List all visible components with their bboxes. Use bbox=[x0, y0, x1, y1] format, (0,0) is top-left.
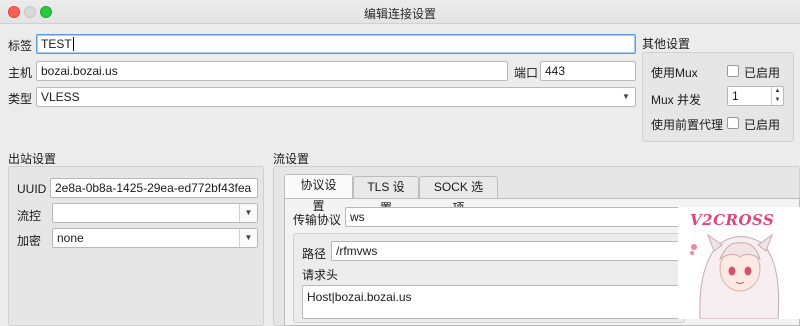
tab-tls-settings[interactable]: TLS 设置 bbox=[353, 176, 419, 215]
transport-select[interactable]: ws bbox=[345, 207, 685, 227]
host-input[interactable]: bozai.bozai.us bbox=[36, 61, 508, 81]
use-front-proxy-checkbox-label[interactable]: 已启用 bbox=[744, 116, 780, 133]
type-value: VLESS bbox=[41, 90, 80, 104]
tab-protocol-settings[interactable]: 协议设置 bbox=[284, 174, 353, 213]
use-front-proxy-label: 使用前置代理 bbox=[651, 118, 724, 132]
window-title: 编辑连接设置 bbox=[363, 7, 436, 21]
outbound-settings-title: 出站设置 bbox=[8, 152, 57, 166]
flow-label: 流控 bbox=[17, 209, 42, 223]
use-front-proxy-checkbox[interactable] bbox=[727, 117, 739, 129]
v2cross-logo-text: V2CROSS bbox=[690, 211, 775, 229]
mux-concurrency-spinbox[interactable]: 1 ▲ ▼ bbox=[727, 86, 784, 106]
path-label: 路径 bbox=[302, 247, 327, 261]
tab-sock-options[interactable]: SOCK 选项 bbox=[419, 176, 498, 215]
use-mux-label: 使用Mux bbox=[651, 66, 698, 80]
encryption-label: 加密 bbox=[17, 234, 42, 248]
stream-settings-title: 流设置 bbox=[273, 152, 310, 166]
chevron-down-icon: ▼ bbox=[622, 92, 630, 101]
transport-label: 传输协议 bbox=[293, 213, 342, 227]
transport-value: ws bbox=[350, 210, 365, 224]
headers-label: 请求头 bbox=[302, 268, 339, 282]
flow-select[interactable]: ▼ bbox=[52, 203, 258, 223]
host-label: 主机 bbox=[8, 66, 33, 80]
path-input[interactable]: /rfmvws bbox=[331, 241, 685, 261]
text-cursor bbox=[72, 37, 74, 51]
headers-textarea[interactable]: Host|bozai.bozai.us bbox=[302, 285, 685, 319]
tag-label: 标签 bbox=[8, 39, 33, 53]
port-label: 端口 bbox=[514, 66, 539, 80]
headers-value: Host|bozai.bozai.us bbox=[307, 290, 412, 304]
tag-input[interactable]: TEST bbox=[36, 34, 636, 54]
uuid-label: UUID bbox=[17, 182, 47, 196]
spin-arrows-icon[interactable]: ▲ ▼ bbox=[771, 87, 783, 105]
encryption-value: none bbox=[57, 231, 84, 245]
port-input[interactable]: 443 bbox=[540, 61, 636, 81]
mux-concurrency-value: 1 bbox=[732, 89, 739, 103]
v2cross-mascot-image: V2CROSS bbox=[678, 207, 800, 319]
use-mux-checkbox-label[interactable]: 已启用 bbox=[744, 64, 780, 81]
encryption-select[interactable]: none ▼ bbox=[52, 228, 258, 248]
chevron-down-icon: ▼ bbox=[239, 229, 257, 247]
type-select[interactable]: VLESS ▼ bbox=[36, 87, 636, 107]
chevron-down-icon: ▼ bbox=[239, 204, 257, 222]
mux-concurrency-label: Mux 并发 bbox=[651, 93, 702, 107]
type-label: 类型 bbox=[8, 92, 33, 106]
use-mux-checkbox[interactable] bbox=[727, 65, 739, 77]
other-settings-title: 其他设置 bbox=[642, 37, 691, 51]
tag-value: TEST bbox=[41, 37, 72, 51]
uuid-input[interactable]: 2e8a-0b8a-1425-29ea-ed772bf43fea bbox=[50, 178, 258, 198]
